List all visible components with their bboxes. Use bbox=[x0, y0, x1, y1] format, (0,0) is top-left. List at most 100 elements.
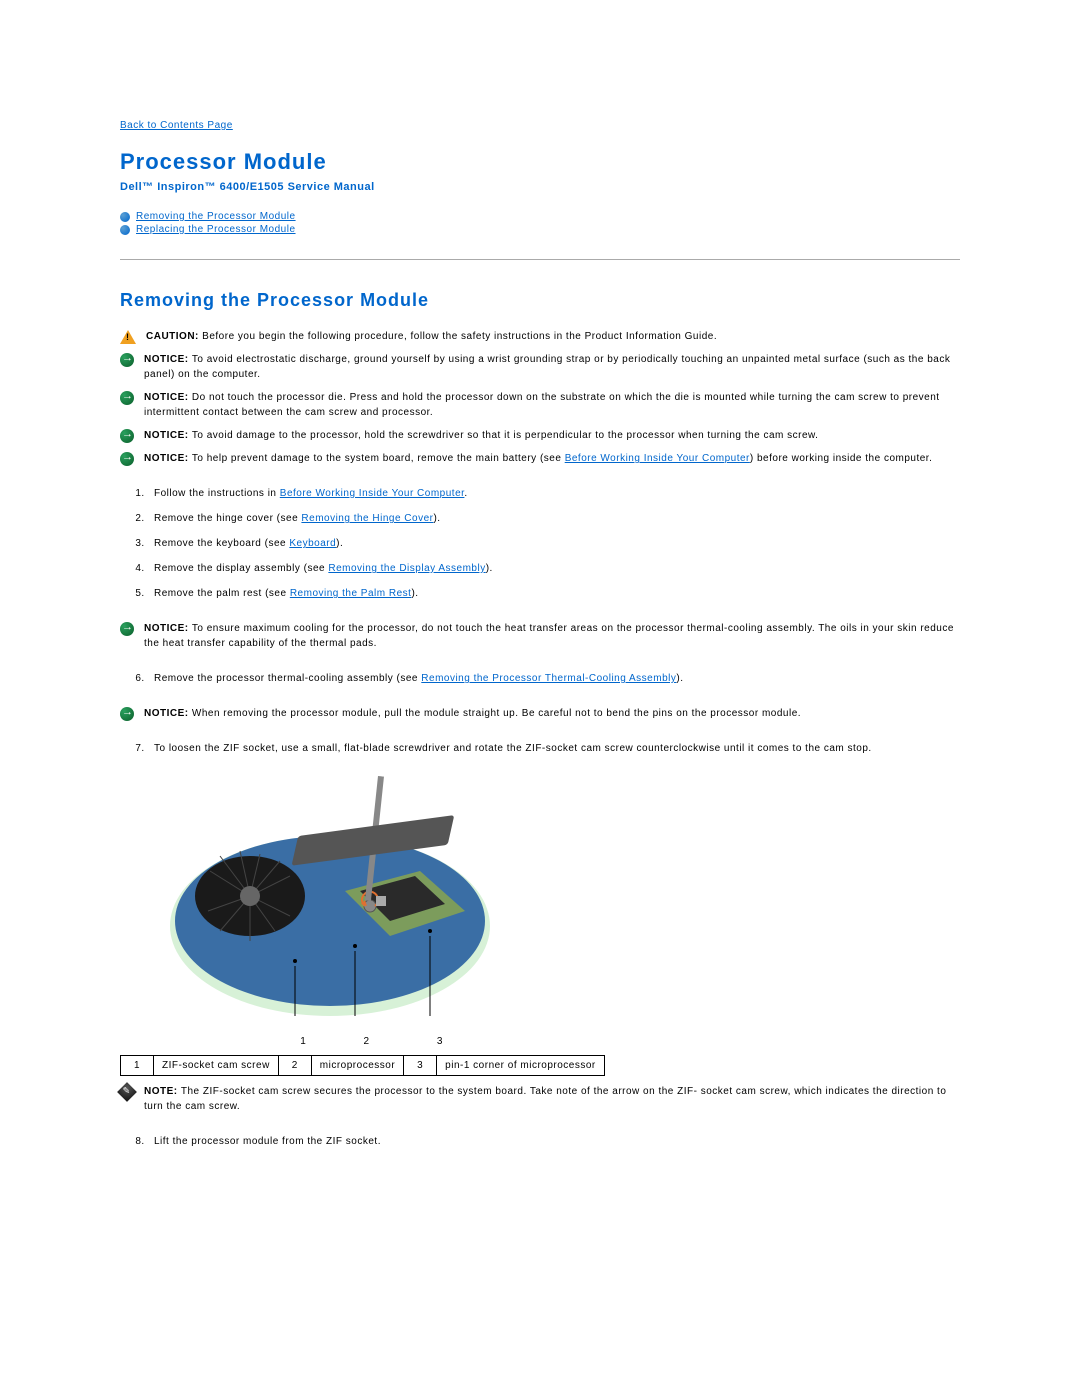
notice-icon bbox=[120, 391, 134, 405]
step-text: Remove the display assembly (see bbox=[154, 563, 328, 574]
step-item: Remove the display assembly (see Removin… bbox=[148, 561, 960, 576]
legend-text: ZIF-socket cam screw bbox=[154, 1056, 279, 1076]
notice-row: NOTICE: To avoid damage to the processor… bbox=[120, 428, 960, 443]
note-label: NOTE: bbox=[144, 1086, 181, 1097]
step-text: Remove the hinge cover (see bbox=[154, 513, 301, 524]
notice-row: NOTICE: To ensure maximum cooling for th… bbox=[120, 621, 960, 651]
step-item: Follow the instructions in Before Workin… bbox=[148, 486, 960, 501]
step-text: ). bbox=[433, 513, 440, 524]
legend-num: 2 bbox=[278, 1056, 311, 1076]
palm-rest-link[interactable]: Removing the Palm Rest bbox=[290, 588, 412, 599]
keyboard-link[interactable]: Keyboard bbox=[289, 538, 336, 549]
legend-table: 1 ZIF-socket cam screw 2 microprocessor … bbox=[120, 1055, 605, 1076]
caution-text: CAUTION: Before you begin the following … bbox=[146, 329, 960, 344]
notice-body: To avoid electrostatic discharge, ground… bbox=[144, 354, 950, 380]
step-item: Remove the processor thermal-cooling ass… bbox=[148, 671, 960, 686]
notice-text: NOTICE: To avoid damage to the processor… bbox=[144, 428, 960, 443]
step-item: Remove the keyboard (see Keyboard). bbox=[148, 536, 960, 551]
notice-body: Do not touch the processor die. Press an… bbox=[144, 392, 940, 418]
toc-link-replacing[interactable]: Replacing the Processor Module bbox=[136, 224, 296, 235]
hinge-cover-link[interactable]: Removing the Hinge Cover bbox=[301, 513, 433, 524]
caution-icon bbox=[120, 330, 136, 344]
step-text: Remove the processor thermal-cooling ass… bbox=[154, 673, 421, 684]
page-container: Back to Contents Page Processor Module D… bbox=[0, 0, 1080, 1209]
notice-row: NOTICE: When removing the processor modu… bbox=[120, 706, 960, 721]
legend-text: microprocessor bbox=[311, 1056, 403, 1076]
notice-icon bbox=[120, 353, 134, 367]
legend-num: 3 bbox=[404, 1056, 437, 1076]
notice-text: NOTICE: To ensure maximum cooling for th… bbox=[144, 621, 960, 651]
callout-2: 2 bbox=[337, 1036, 397, 1047]
legend-text: pin-1 corner of microprocessor bbox=[437, 1056, 605, 1076]
before-working-link[interactable]: Before Working Inside Your Computer bbox=[280, 488, 465, 499]
toc-item: Removing the Processor Module bbox=[120, 211, 960, 222]
processor-figure bbox=[160, 776, 960, 1026]
notice-text: NOTICE: To help prevent damage to the sy… bbox=[144, 451, 960, 466]
callout-1: 1 bbox=[273, 1036, 333, 1047]
notice-text: NOTICE: Do not touch the processor die. … bbox=[144, 390, 960, 420]
steps-list: Remove the processor thermal-cooling ass… bbox=[120, 671, 960, 686]
toc-link-removing[interactable]: Removing the Processor Module bbox=[136, 211, 296, 222]
manual-subtitle: Dell™ Inspiron™ 6400/E1505 Service Manua… bbox=[120, 181, 960, 193]
before-working-link[interactable]: Before Working Inside Your Computer bbox=[565, 453, 750, 464]
notice-text: NOTICE: When removing the processor modu… bbox=[144, 706, 960, 721]
note-body: The ZIF-socket cam screw secures the pro… bbox=[144, 1086, 946, 1112]
notice-text: NOTICE: To avoid electrostatic discharge… bbox=[144, 352, 960, 382]
notice-row: NOTICE: Do not touch the processor die. … bbox=[120, 390, 960, 420]
notice-label: NOTICE: bbox=[144, 708, 192, 719]
notice-label: NOTICE: bbox=[144, 392, 192, 403]
notice-body: To avoid damage to the processor, hold t… bbox=[192, 430, 819, 441]
notice-label: NOTICE: bbox=[144, 623, 192, 634]
caution-body: Before you begin the following procedure… bbox=[202, 331, 717, 342]
notice-body-b: ) before working inside the computer. bbox=[750, 453, 932, 464]
thermal-cooling-link[interactable]: Removing the Processor Thermal-Cooling A… bbox=[421, 673, 676, 684]
steps-list: To loosen the ZIF socket, use a small, f… bbox=[120, 741, 960, 756]
table-row: 1 ZIF-socket cam screw 2 microprocessor … bbox=[121, 1056, 605, 1076]
caution-label: CAUTION: bbox=[146, 331, 202, 342]
step-text: Remove the keyboard (see bbox=[154, 538, 289, 549]
section-heading: Removing the Processor Module bbox=[120, 290, 960, 311]
display-assembly-link[interactable]: Removing the Display Assembly bbox=[328, 563, 485, 574]
step-item: Remove the hinge cover (see Removing the… bbox=[148, 511, 960, 526]
step-item: To loosen the ZIF socket, use a small, f… bbox=[148, 741, 960, 756]
note-text: NOTE: The ZIF-socket cam screw secures t… bbox=[144, 1084, 960, 1114]
toc: Removing the Processor Module Replacing … bbox=[120, 211, 960, 235]
processor-svg bbox=[160, 776, 500, 1026]
legend-num: 1 bbox=[121, 1056, 154, 1076]
notice-icon bbox=[120, 429, 134, 443]
steps-list: Lift the processor module from the ZIF s… bbox=[120, 1134, 960, 1149]
callout-3: 3 bbox=[400, 1036, 480, 1047]
bullet-icon bbox=[120, 212, 130, 222]
notice-label: NOTICE: bbox=[144, 430, 192, 441]
step-item: Lift the processor module from the ZIF s… bbox=[148, 1134, 960, 1149]
note-row: NOTE: The ZIF-socket cam screw secures t… bbox=[120, 1084, 960, 1114]
step-text: Remove the palm rest (see bbox=[154, 588, 290, 599]
step-text: ). bbox=[486, 563, 493, 574]
note-icon bbox=[117, 1082, 137, 1102]
step-text: To loosen the ZIF socket, use a small, f… bbox=[154, 743, 872, 754]
step-text: Lift the processor module from the ZIF s… bbox=[154, 1136, 381, 1147]
notice-icon bbox=[120, 622, 134, 636]
notice-icon bbox=[120, 452, 134, 466]
step-text: ). bbox=[411, 588, 418, 599]
divider bbox=[120, 259, 960, 260]
toc-item: Replacing the Processor Module bbox=[120, 224, 960, 235]
notice-row: NOTICE: To help prevent damage to the sy… bbox=[120, 451, 960, 466]
step-text: Follow the instructions in bbox=[154, 488, 280, 499]
page-title: Processor Module bbox=[120, 149, 960, 175]
step-text: ). bbox=[336, 538, 343, 549]
back-to-contents-link[interactable]: Back to Contents Page bbox=[120, 120, 233, 131]
notice-body: When removing the processor module, pull… bbox=[192, 708, 801, 719]
steps-list: Follow the instructions in Before Workin… bbox=[120, 486, 960, 601]
notice-label: NOTICE: bbox=[144, 453, 192, 464]
notice-row: NOTICE: To avoid electrostatic discharge… bbox=[120, 352, 960, 382]
caution-row: CAUTION: Before you begin the following … bbox=[120, 329, 960, 344]
notice-label: NOTICE: bbox=[144, 354, 192, 365]
bullet-icon bbox=[120, 225, 130, 235]
step-text: ). bbox=[676, 673, 683, 684]
figure-callouts: 1 2 3 bbox=[160, 1036, 960, 1047]
step-text: . bbox=[464, 488, 467, 499]
notice-icon bbox=[120, 707, 134, 721]
notice-body-a: To help prevent damage to the system boa… bbox=[192, 453, 565, 464]
step-item: Remove the palm rest (see Removing the P… bbox=[148, 586, 960, 601]
